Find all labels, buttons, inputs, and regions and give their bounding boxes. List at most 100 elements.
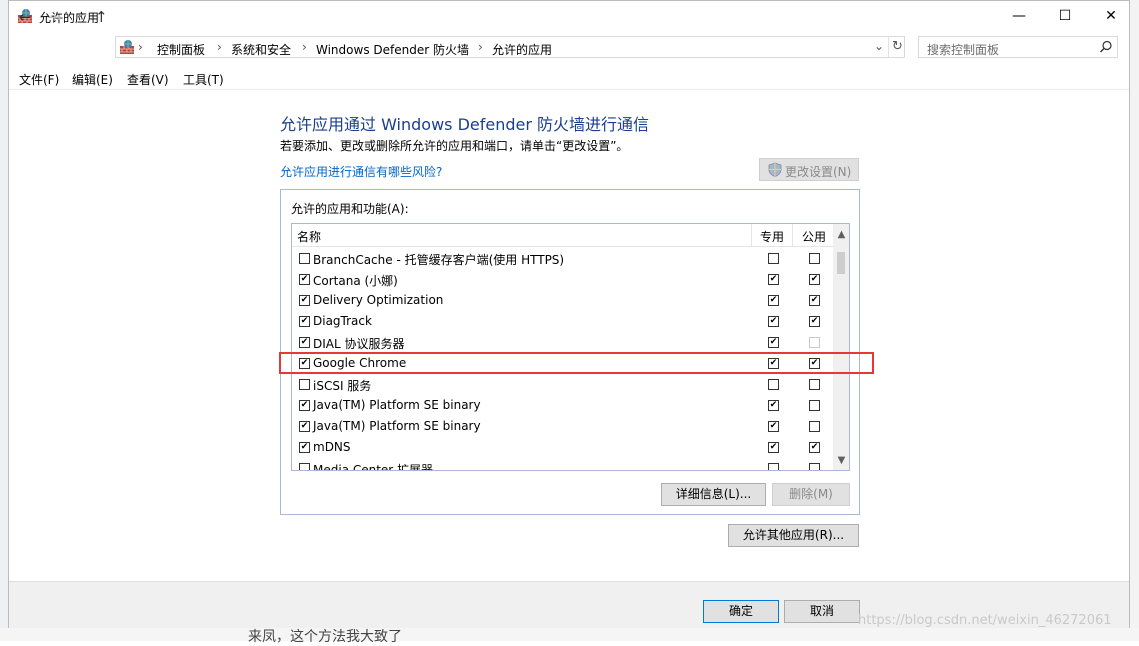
list-item-label: Java(TM) Platform SE binary (313, 398, 481, 412)
private-checkbox[interactable] (768, 379, 779, 390)
breadcrumb-firewall[interactable]: Windows Defender 防火墙 (316, 41, 469, 58)
public-checkbox[interactable] (809, 337, 820, 348)
private-checkbox[interactable]: ✔ (768, 400, 779, 411)
list-item[interactable]: Media Center 扩展器 (292, 458, 833, 470)
breadcrumb-separator-icon: › (302, 40, 307, 54)
public-checkbox[interactable] (809, 421, 820, 432)
enable-checkbox[interactable]: ✔ (299, 400, 310, 411)
private-checkbox[interactable]: ✔ (768, 337, 779, 348)
list-item[interactable]: iSCSI 服务 (292, 374, 833, 395)
remove-button[interactable]: 删除(M) (772, 483, 850, 506)
up-arrow-icon[interactable]: ↑ (95, 8, 108, 26)
list-item[interactable]: ✔ Cortana (小娜) ✔ ✔ (292, 269, 833, 290)
background-right-strip (1130, 0, 1139, 641)
menu-tools[interactable]: 工具(T) (183, 71, 224, 88)
breadcrumb-allowed-apps[interactable]: 允许的应用 (492, 41, 552, 58)
allow-other-app-button[interactable]: 允许其他应用(R)... (728, 524, 859, 547)
column-divider (792, 224, 793, 246)
enable-checkbox[interactable]: ✔ (299, 337, 310, 348)
column-private-header[interactable]: 专用 (760, 228, 784, 245)
list-item[interactable]: BranchCache - 托管缓存客户端(使用 HTTPS) (292, 248, 833, 269)
list-scrollbar[interactable]: ▲ ▼ (833, 224, 849, 470)
column-name-header[interactable]: 名称 (297, 228, 321, 245)
refresh-icon[interactable]: ↻ (892, 39, 903, 54)
list-item-label: Delivery Optimization (313, 293, 444, 307)
enable-checkbox[interactable] (299, 463, 310, 470)
list-item[interactable]: ✔ mDNS ✔ ✔ (292, 437, 833, 458)
list-item-label: iSCSI 服务 (313, 379, 372, 393)
details-button[interactable]: 详细信息(L)... (661, 483, 766, 506)
public-checkbox[interactable] (809, 400, 820, 411)
back-arrow-icon[interactable]: ← (19, 8, 32, 26)
menu-edit[interactable]: 编辑(E) (72, 71, 113, 88)
search-icon[interactable] (1099, 40, 1113, 54)
enable-checkbox[interactable]: ✔ (299, 316, 310, 327)
forward-arrow-icon[interactable]: → (49, 8, 62, 26)
list-item[interactable]: ✔ Delivery Optimization ✔ ✔ (292, 290, 833, 311)
list-item-label: mDNS (313, 440, 351, 454)
allowed-apps-list[interactable]: 名称 专用 公用 BranchCache - 托管缓存客户端(使用 HTTPS)… (291, 223, 850, 471)
window-title: 允许的应用 (39, 11, 100, 25)
menu-view[interactable]: 查看(V) (127, 71, 169, 88)
list-item[interactable]: ✔ Java(TM) Platform SE binary ✔ (292, 395, 833, 416)
search-input[interactable]: 搜索控制面板 (918, 36, 1118, 58)
private-checkbox[interactable] (768, 463, 779, 470)
breadcrumb-separator-icon: › (478, 40, 483, 54)
private-checkbox[interactable]: ✔ (768, 295, 779, 306)
column-divider (751, 224, 752, 246)
enable-checkbox[interactable]: ✔ (299, 421, 310, 432)
breadcrumb-control-panel[interactable]: 控制面板 (157, 41, 205, 58)
list-item[interactable]: ✔ Java(TM) Platform SE binary ✔ (292, 416, 833, 437)
group-label: 允许的应用和功能(A): (291, 202, 409, 216)
public-checkbox[interactable]: ✔ (809, 442, 820, 453)
background-text: 来凤，这个方法我大致了 (248, 629, 402, 645)
public-checkbox[interactable]: ✔ (809, 274, 820, 285)
enable-checkbox[interactable] (299, 379, 310, 390)
firewall-allowed-apps-window: 允许的应用 — ☐ ✕ ← → ⌄ ↑ › 控制面板 › 系统和安全 › Win… (8, 0, 1130, 628)
breadcrumb-system-security[interactable]: 系统和安全 (231, 41, 291, 58)
list-item-label: DiagTrack (313, 314, 372, 328)
public-checkbox[interactable]: ✔ (809, 295, 820, 306)
public-checkbox[interactable]: ✔ (809, 316, 820, 327)
scrollbar-thumb[interactable] (837, 252, 845, 274)
scroll-down-arrow-icon[interactable]: ▼ (833, 452, 849, 469)
address-dropdown-icon[interactable]: ⌄ (874, 39, 884, 53)
recent-locations-icon[interactable]: ⌄ (75, 6, 86, 21)
breadcrumb-separator-icon: › (217, 40, 222, 54)
page-title: 允许应用通过 Windows Defender 防火墙进行通信 (280, 115, 650, 134)
address-bar[interactable]: › 控制面板 › 系统和安全 › Windows Defender 防火墙 › … (115, 36, 905, 58)
breadcrumb-separator-icon: › (138, 40, 143, 54)
list-item-label: Cortana (小娜) (313, 274, 398, 288)
menu-divider (9, 89, 1129, 90)
cancel-button[interactable]: 取消 (784, 600, 860, 623)
private-checkbox[interactable]: ✔ (768, 421, 779, 432)
scroll-up-arrow-icon[interactable]: ▲ (833, 226, 849, 243)
private-checkbox[interactable]: ✔ (768, 274, 779, 285)
maximize-button[interactable]: ☐ (1042, 1, 1088, 31)
public-checkbox[interactable] (809, 379, 820, 390)
enable-checkbox[interactable] (299, 253, 310, 264)
private-checkbox[interactable]: ✔ (768, 442, 779, 453)
search-placeholder: 搜索控制面板 (927, 43, 1000, 57)
list-item[interactable]: ✔ DIAL 协议服务器 ✔ (292, 332, 833, 353)
private-checkbox[interactable]: ✔ (768, 316, 779, 327)
column-public-header[interactable]: 公用 (802, 228, 826, 245)
list-item-label: BranchCache - 托管缓存客户端(使用 HTTPS) (313, 253, 565, 267)
shield-icon (768, 162, 782, 177)
menu-file[interactable]: 文件(F) (19, 71, 59, 88)
change-settings-button[interactable]: 更改设置(N) (759, 158, 859, 181)
public-checkbox[interactable] (809, 253, 820, 264)
list-item-label: Java(TM) Platform SE binary (313, 419, 481, 433)
risk-info-link[interactable]: 允许应用进行通信有哪些风险? (280, 163, 442, 180)
enable-checkbox[interactable]: ✔ (299, 274, 310, 285)
list-item[interactable]: ✔ DiagTrack ✔ ✔ (292, 311, 833, 332)
watermark-text: https://blog.csdn.net/weixin_46272061 (858, 613, 1112, 628)
private-checkbox[interactable] (768, 253, 779, 264)
public-checkbox[interactable] (809, 463, 820, 470)
close-button[interactable]: ✕ (1088, 1, 1134, 31)
list-item-label: DIAL 协议服务器 (313, 337, 405, 351)
minimize-button[interactable]: — (996, 1, 1042, 31)
enable-checkbox[interactable]: ✔ (299, 295, 310, 306)
enable-checkbox[interactable]: ✔ (299, 442, 310, 453)
ok-button[interactable]: 确定 (703, 600, 779, 623)
